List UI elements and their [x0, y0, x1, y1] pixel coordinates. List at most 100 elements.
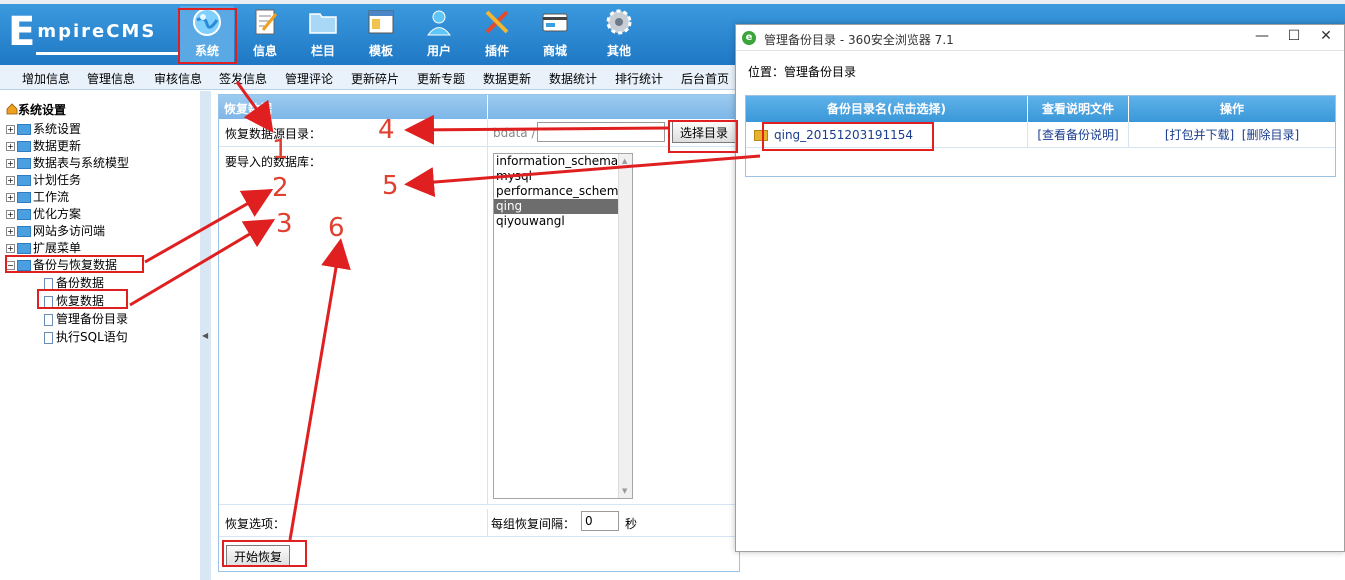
tree-title: 系统设置	[6, 101, 66, 118]
tree-item-data-update[interactable]: + 数据更新	[6, 137, 81, 154]
row-actions[interactable]: [打包并下载] [删除目录]	[1129, 122, 1335, 148]
nav-shop[interactable]: 商城	[528, 6, 582, 62]
submenu-data-update[interactable]: 数据更新	[483, 70, 531, 87]
nav-column[interactable]: 栏目	[296, 6, 350, 62]
expand-icon[interactable]: +	[6, 176, 15, 185]
document-pen-icon	[255, 9, 278, 35]
maximize-icon[interactable]: ☐	[1278, 25, 1310, 49]
submenu-add-info[interactable]: 增加信息	[22, 70, 70, 87]
tree-item-optimization[interactable]: + 优化方案	[6, 205, 81, 222]
submenu-update-topic[interactable]: 更新专题	[417, 70, 465, 87]
column-divider	[487, 509, 488, 536]
listbox-scrollbar[interactable]: ▲ ▼	[618, 154, 632, 498]
tree-child-label: 执行SQL语句	[56, 330, 128, 344]
expand-icon[interactable]: +	[6, 159, 15, 168]
submenu-manage-info[interactable]: 管理信息	[87, 70, 135, 87]
folder-icon	[17, 192, 31, 203]
expand-icon[interactable]: +	[6, 244, 15, 253]
logo-arrow-line	[36, 52, 186, 55]
view-readme-link[interactable]: [查看备份说明]	[1028, 122, 1129, 148]
tree-child-manage-backup-dir[interactable]: 管理备份目录	[44, 310, 128, 327]
expand-icon[interactable]: +	[6, 142, 15, 151]
restore-options-label: 恢复选项：	[225, 517, 286, 531]
close-icon[interactable]: ✕	[1310, 25, 1342, 49]
folder-icon	[17, 124, 31, 135]
tree-item-label: 扩展菜单	[33, 241, 82, 255]
submenu-review-info[interactable]: 审核信息	[154, 70, 202, 87]
submenu-update-snippet[interactable]: 更新碎片	[351, 70, 399, 87]
tree-child-label: 备份数据	[56, 276, 105, 290]
nav-template[interactable]: 模板	[354, 6, 408, 62]
submenu-admin-home[interactable]: 后台首页	[681, 70, 729, 87]
scroll-down-icon[interactable]: ▼	[622, 487, 627, 495]
tree-item-label: 优化方案	[33, 207, 82, 221]
sidebar-splitter[interactable]: ◀	[200, 91, 211, 580]
left-tree-menu: 系统设置 + 系统设置 + 数据更新 + 数据表与系统模型 + 计划任务 + 工作流 + 优…	[0, 91, 200, 580]
minimize-icon[interactable]: —	[1246, 25, 1278, 49]
column-divider	[487, 147, 488, 504]
path-prefix: bdata /	[493, 126, 536, 140]
database-option-selected[interactable]: qing	[494, 199, 632, 214]
restore-form: 恢复数据 恢复数据源目录： bdata / 选择目录 要导入的数据库： info…	[218, 94, 740, 572]
source-dir-input[interactable]	[537, 122, 665, 142]
expand-icon[interactable]: +	[6, 210, 15, 219]
tree-item-workflow[interactable]: + 工作流	[6, 188, 69, 205]
tools-icon	[485, 10, 509, 34]
database-option[interactable]: information_schema	[494, 154, 632, 169]
expand-icon[interactable]: +	[6, 193, 15, 202]
browser-logo-icon: e	[742, 31, 756, 45]
scroll-up-icon[interactable]: ▲	[622, 157, 627, 165]
database-option[interactable]: qiyouwangl	[494, 214, 632, 229]
tree-child-label: 管理备份目录	[56, 312, 129, 326]
column-header: 备份目录名(点击选择)	[746, 96, 1028, 122]
folder-icon	[17, 243, 31, 254]
page-icon	[44, 313, 53, 326]
location-breadcrumb: 位置：管理备份目录	[748, 65, 857, 79]
submenu-rank-stats[interactable]: 排行统计	[615, 70, 663, 87]
nav-plugin[interactable]: 插件	[470, 6, 524, 62]
tree-item-tables-models[interactable]: + 数据表与系统模型	[6, 154, 129, 171]
nav-label: 栏目	[310, 44, 335, 58]
database-listbox[interactable]: information_schema mysql performance_sch…	[493, 153, 633, 499]
row-restore-options: 恢复选项： 每组恢复间隔： 0 秒	[219, 509, 739, 537]
database-option[interactable]: mysql	[494, 169, 632, 184]
tree-item-scheduled-tasks[interactable]: + 计划任务	[6, 171, 81, 188]
window-template-icon	[368, 10, 394, 34]
nav-other[interactable]: 其他	[592, 6, 646, 62]
logo-letter: E	[8, 9, 36, 55]
nav-label: 其他	[606, 44, 631, 58]
submenu-sign-info[interactable]: 签发信息	[219, 70, 267, 87]
empirecms-logo: E mpireCMS	[8, 9, 192, 59]
top-border	[0, 0, 1345, 4]
tree-item-multi-access[interactable]: + 网站多访问端	[6, 222, 105, 239]
form-header: 恢复数据	[219, 95, 739, 119]
column-divider	[487, 119, 488, 146]
expand-icon[interactable]: +	[6, 227, 15, 236]
popup-title: 管理备份目录 - 360安全浏览器 7.1	[764, 33, 954, 47]
submenu-manage-comment[interactable]: 管理评论	[285, 70, 333, 87]
tree-child-exec-sql[interactable]: 执行SQL语句	[44, 328, 128, 345]
folder-icon	[309, 13, 337, 34]
tree-item-extend-menu[interactable]: + 扩展菜单	[6, 239, 81, 256]
collapse-arrow-icon[interactable]: ◀	[202, 331, 208, 340]
interval-input[interactable]: 0	[581, 511, 619, 531]
tree-item-label: 工作流	[33, 190, 70, 204]
row-source-dir: 恢复数据源目录： bdata / 选择目录	[219, 119, 739, 147]
nav-info[interactable]: 信息	[238, 6, 292, 62]
database-option[interactable]: performance_schema	[494, 184, 632, 199]
tree-item-label: 系统设置	[33, 122, 82, 136]
database-label: 要导入的数据库：	[225, 155, 322, 169]
popup-titlebar[interactable]: e 管理备份目录 - 360安全浏览器 7.1 — ☐ ✕	[736, 25, 1344, 51]
expand-icon[interactable]: +	[6, 125, 15, 134]
tree-item-label: 网站多访问端	[33, 224, 106, 238]
row-database: 要导入的数据库： information_schema mysql perfor…	[219, 147, 739, 505]
tree-title-label: 系统设置	[18, 103, 67, 117]
form-title: 恢复数据	[224, 102, 273, 116]
highlight-backup-restore	[5, 255, 144, 273]
tree-item-system-settings[interactable]: + 系统设置	[6, 120, 81, 137]
gear-icon	[606, 9, 632, 35]
submenu-data-stats[interactable]: 数据统计	[549, 70, 597, 87]
source-dir-label: 恢复数据源目录：	[225, 127, 322, 141]
nav-user[interactable]: 用户	[412, 6, 466, 62]
page-icon	[44, 331, 53, 344]
